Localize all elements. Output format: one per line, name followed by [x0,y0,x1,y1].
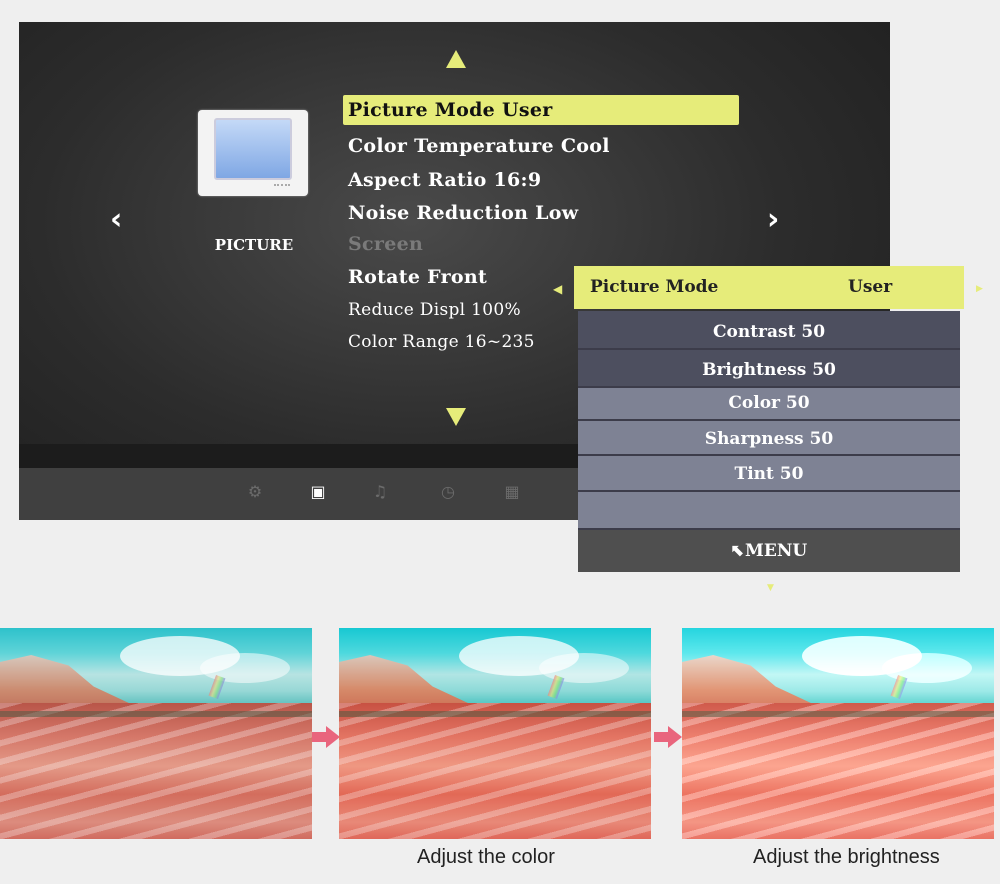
category-label: PICTURE [214,236,294,254]
submenu-left-arrow-icon[interactable]: ◀ [553,283,562,295]
gear-icon[interactable]: ⚙ [246,483,264,501]
menu-item-picture-mode[interactable]: Picture Mode User [343,95,739,125]
landscape-image-color [339,628,651,839]
submenu-header-key: Picture Mode [590,277,719,297]
submenu-row-contrast[interactable]: Contrast 50 [578,311,960,350]
chevron-right-icon[interactable]: › [767,205,779,235]
grid-icon[interactable]: ▦ [503,483,521,501]
submenu-row-sharpness[interactable]: Sharpness 50 [578,421,960,456]
tv-icon [198,110,308,196]
submenu-right-arrow-icon[interactable]: ▶ [976,283,983,295]
menu-item-screen: Screen [348,233,424,255]
tv-buttons [274,184,290,189]
submenu-row-brightness[interactable]: Brightness 50 [578,350,960,388]
submenu-header[interactable]: Picture Mode User [574,266,964,309]
scroll-up-icon[interactable] [446,50,466,68]
menu-item-rotate[interactable]: Rotate Front [348,266,487,288]
tv-screen [214,118,292,180]
landscape-image-brightness [682,628,994,839]
menu-item-noise-reduction[interactable]: Noise Reduction Low [348,202,578,224]
chevron-left-icon[interactable]: ‹ [110,205,122,235]
caption-adjust-color: Adjust the color [417,846,555,868]
caption-adjust-brightness: Adjust the brightness [753,846,940,868]
monitor-icon[interactable]: ▣ [309,483,327,501]
submenu-down-arrow-icon[interactable]: ▼ [767,582,774,594]
back-arrow-icon: ⬉ [730,541,746,561]
music-note-icon[interactable]: ♫ [371,483,389,501]
submenu-row-empty [578,492,960,530]
menu-label: MENU [745,541,808,561]
clock-icon[interactable]: ◷ [439,483,457,501]
submenu-menu-button[interactable]: ⬉MENU [578,530,960,572]
menu-item-reduce-displ[interactable]: Reduce Displ 100% [348,300,521,320]
submenu-header-value: User [848,277,893,297]
submenu-row-color[interactable]: Color 50 [578,388,960,421]
menu-item-aspect-ratio[interactable]: Aspect Ratio 16:9 [348,169,541,191]
scroll-down-icon[interactable] [446,408,466,426]
landscape-image-original [0,628,312,839]
menu-item-color-range[interactable]: Color Range 16~235 [348,332,535,352]
menu-item-color-temperature[interactable]: Color Temperature Cool [348,135,610,157]
submenu-row-tint[interactable]: Tint 50 [578,456,960,492]
